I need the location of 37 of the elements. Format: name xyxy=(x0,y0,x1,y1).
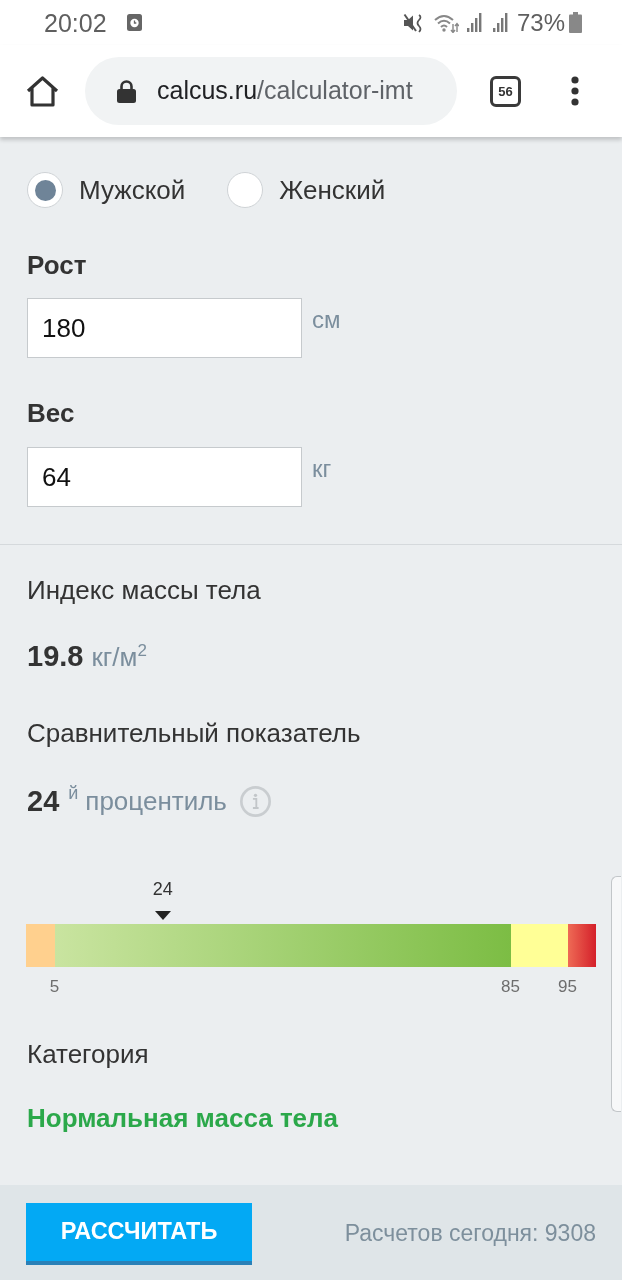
radio-icon[interactable] xyxy=(227,172,264,208)
input-field[interactable]: 64 xyxy=(27,447,302,507)
category-label: Категория xyxy=(27,1039,150,1069)
home-icon[interactable] xyxy=(26,75,59,107)
ordinal-suffix: й xyxy=(68,784,79,802)
bmi-value: 19.8 xyxy=(27,639,84,673)
percentile-value: 24 xyxy=(27,784,60,818)
wifi-icon xyxy=(433,12,459,33)
category-value: Нормальная масса тела xyxy=(27,1103,340,1133)
field-label: Вес xyxy=(27,398,76,428)
tick-label: 85 xyxy=(501,977,520,997)
scrollbar-thumb[interactable] xyxy=(611,876,621,1112)
tick-label: 95 xyxy=(558,977,577,997)
percentile-unit: процентиль xyxy=(85,785,227,818)
status-time: 20:02 xyxy=(44,8,107,37)
unit-label: кг xyxy=(312,456,332,482)
marker-label: 24 xyxy=(152,879,173,899)
radio-option[interactable]: Женский xyxy=(227,172,386,208)
more-menu-icon[interactable] xyxy=(571,76,579,106)
tab-count-button[interactable]: 56 xyxy=(490,75,521,107)
radio-option[interactable]: Мужской xyxy=(27,172,186,208)
radio-icon[interactable] xyxy=(27,172,63,208)
result-label: Индекс массы тела xyxy=(27,575,262,605)
signal-icon xyxy=(492,13,508,32)
tick-label: 5 xyxy=(49,977,60,997)
signal-icon xyxy=(466,13,482,32)
address-bar[interactable]: calcus.ru/calculator-imt xyxy=(85,57,457,125)
unit-label: см xyxy=(312,307,341,333)
result-label: Сравнительный показатель xyxy=(27,718,362,748)
clock-icon xyxy=(126,14,142,31)
lock-icon xyxy=(117,79,136,103)
battery-percent: 73% xyxy=(516,8,565,37)
battery-icon xyxy=(569,12,582,33)
input-field[interactable]: 180 xyxy=(27,298,302,358)
field-label: Рост xyxy=(27,250,88,280)
calculation-counter: Расчетов сегодня: 9308 xyxy=(344,1219,596,1246)
bmi-unit: кг/м$^{2}$ xyxy=(91,640,147,674)
